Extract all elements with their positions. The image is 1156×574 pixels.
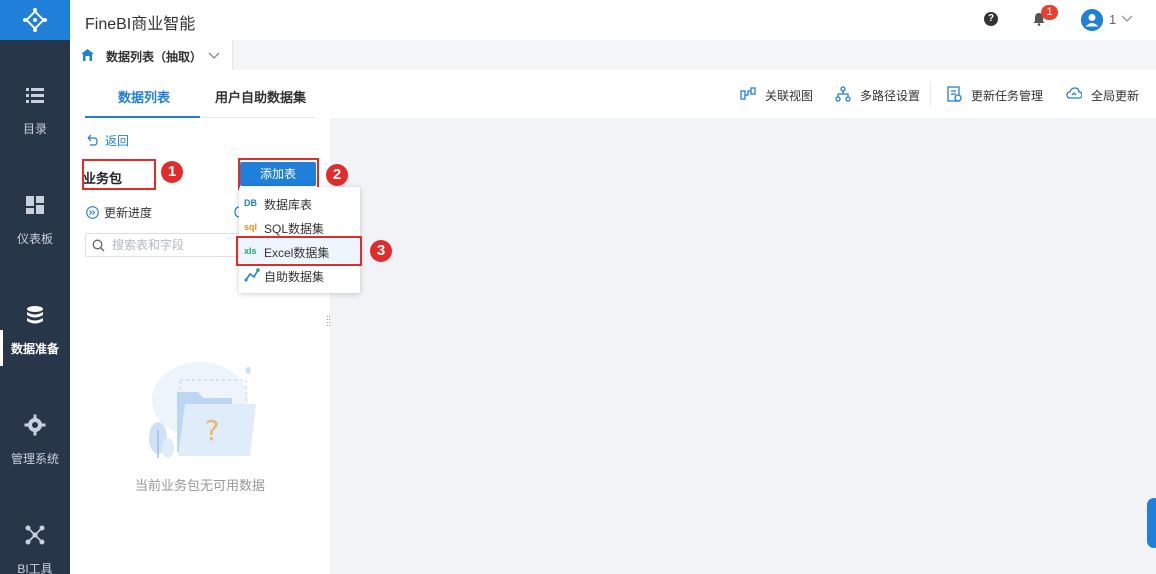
notification-badge: 1 [1041, 5, 1058, 20]
annotation-number-1: 1 [161, 161, 183, 183]
sidebar-item-management[interactable]: 管理系统 [0, 380, 70, 480]
menu-item-self-service-dataset[interactable]: 自助数据集 [239, 263, 360, 287]
annotation-number-2: 2 [326, 164, 348, 186]
sidebar-item-bi-tools[interactable]: BI工具 [0, 490, 70, 574]
sidebar-item-label: 目录 [22, 122, 47, 136]
relation-view-icon [740, 87, 756, 100]
chevron-down-icon[interactable] [1121, 12, 1133, 24]
doc-tab-label: 数据列表（抽取） [106, 50, 203, 64]
side-navigation: 目录 仪表板 数据准备 管理系统 BI工具 [0, 0, 70, 574]
dashboard-icon [26, 196, 44, 214]
bi-tools-icon [25, 525, 45, 545]
list-icon [26, 88, 44, 103]
sql-icon: sql [244, 222, 258, 232]
logo-icon [23, 8, 47, 32]
annotation-number-3: 3 [370, 240, 392, 262]
toolbar-divider [930, 82, 931, 106]
search-input[interactable] [112, 236, 242, 254]
multi-path-icon [835, 86, 851, 102]
menu-item-label: 自助数据集 [264, 270, 325, 284]
sidebar-item-label: 管理系统 [10, 452, 59, 466]
toolbar-label: 多路径设置 [860, 89, 921, 103]
menu-item-database-table[interactable]: DB 数据库表 [239, 191, 360, 215]
search-box[interactable] [85, 233, 245, 257]
search-icon [92, 239, 105, 252]
self-service-dataset-icon [244, 268, 260, 282]
menu-item-label: 数据库表 [264, 198, 313, 212]
annotation-box-2 [238, 158, 319, 190]
finebi-logo[interactable] [0, 0, 70, 40]
sidebar-item-catalog[interactable]: 目录 [0, 50, 70, 150]
sidebar-item-label: 数据准备 [10, 342, 59, 356]
toolbar-label: 全局更新 [1091, 89, 1140, 103]
update-progress-link[interactable]: 更新进度 [104, 204, 152, 221]
sidebar-item-dashboard[interactable]: 仪表板 [0, 160, 70, 260]
document-tab-strip: 数据列表（抽取） [70, 40, 1156, 70]
db-icon: DB [244, 198, 257, 208]
panel-resize-handle[interactable] [327, 315, 331, 329]
svg-text:?: ? [205, 414, 220, 447]
toolbar-label: 更新任务管理 [971, 89, 1044, 103]
assistant-widget[interactable] [1147, 498, 1156, 548]
annotation-box-1 [82, 159, 156, 190]
cloud-update-icon [1066, 87, 1082, 99]
app-window: 目录 仪表板 数据准备 管理系统 BI工具 FineBI商业智能 ? 1 1 数… [0, 0, 1156, 574]
app-title: FineBI商业智能 [85, 16, 196, 33]
avatar[interactable] [1081, 9, 1103, 31]
empty-folder-illustration: ? [149, 362, 256, 458]
help-icon[interactable]: ? [984, 12, 998, 26]
sidebar-item-label: 仪表板 [16, 232, 53, 246]
update-progress-icon[interactable] [86, 206, 99, 219]
gear-icon [24, 414, 46, 436]
main-toolbar: 关联视图 多路径设置 更新任务管理 全局更新 [330, 70, 1156, 118]
tab-data-list[interactable]: 数据列表 [118, 87, 170, 106]
task-manage-icon [947, 86, 962, 102]
tab-self-service-dataset[interactable]: 用户自助数据集 [215, 87, 306, 106]
main-content-area [330, 118, 1156, 574]
tab-data-list-extract[interactable]: 数据列表（抽取） [70, 40, 233, 70]
back-link[interactable]: 返回 [105, 132, 129, 149]
home-icon [81, 49, 94, 61]
toolbar-label: 关联视图 [765, 89, 814, 103]
annotation-box-3 [236, 236, 362, 266]
sidebar-item-label: BI工具 [17, 562, 53, 574]
back-icon[interactable] [86, 134, 98, 146]
chevron-down-icon[interactable] [208, 49, 220, 61]
database-icon [27, 306, 43, 324]
top-bar: FineBI商业智能 ? 1 1 [70, 0, 1156, 40]
user-name[interactable]: 1 [1109, 12, 1116, 27]
menu-item-label: SQL数据集 [264, 222, 325, 236]
data-list-panel: 数据列表 用户自助数据集 返回 业务包 1 添加表 2 更新进度 搜索表和字段 … [70, 70, 348, 574]
sidebar-item-data-prep[interactable]: 数据准备 [0, 270, 70, 370]
active-tab-indicator [85, 116, 200, 118]
empty-state-message: 当前业务包无可用数据 [134, 478, 265, 493]
